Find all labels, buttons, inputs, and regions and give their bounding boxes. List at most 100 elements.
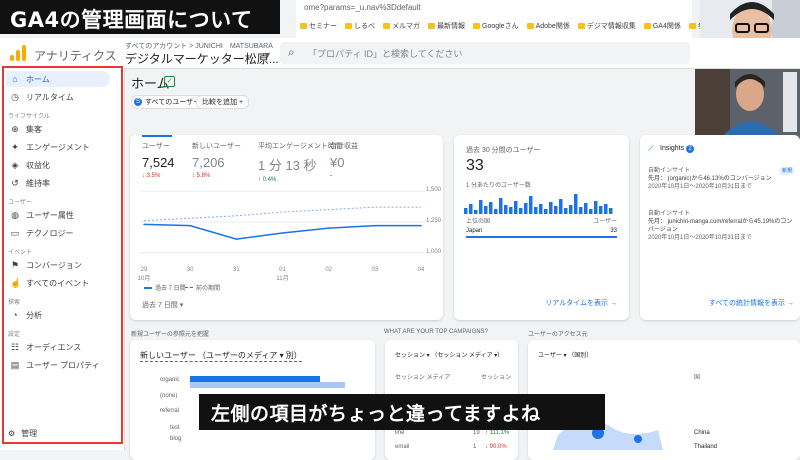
selected-metric-indicator xyxy=(142,135,172,137)
folder-icon xyxy=(300,23,307,29)
metric-value: 7,524 xyxy=(142,155,175,170)
realtime-bar xyxy=(539,204,543,214)
realtime-bar xyxy=(474,210,478,214)
bookmarks-bar: セミナー しるべ メルマガ 最新情報 Googleさん Adobe関係 デジマ情報収集 GA4… xyxy=(300,18,748,34)
metric-change: - xyxy=(330,173,332,179)
analytics-logo-icon[interactable] xyxy=(10,45,26,61)
realtime-bar xyxy=(594,201,598,214)
url-text[interactable]: ome?params=_u.nav%3Ddefault xyxy=(304,3,421,12)
campaign-row-value: 19 xyxy=(473,430,480,436)
browser-url-bar: ome?params=_u.nav%3Ddefault セミナー しるべ メルマガ 最… xyxy=(296,0,748,38)
realtime-bar xyxy=(534,207,538,214)
folder-icon xyxy=(688,23,696,29)
chevron-down-icon[interactable]: ▼ xyxy=(263,50,272,60)
folder-icon xyxy=(526,23,534,29)
y-tick-label: 1,500 xyxy=(426,187,442,194)
view-realtime-link[interactable]: リアルタイムを表示 → xyxy=(545,298,617,308)
insight-text: 先月： (organic)から46.13%のコンバージョン xyxy=(648,176,772,182)
insights-title: Insights xyxy=(660,145,685,152)
folder-icon xyxy=(428,23,435,29)
insight-item[interactable]: 自動インサイト 先月： junichiri-manga.com/referral… xyxy=(648,210,796,242)
caption-title-box: GA4の管理画面について xyxy=(0,0,280,34)
bookmark-item[interactable]: セミナー xyxy=(300,21,337,31)
date-range-selector[interactable]: 過去 7 日間 ▾ xyxy=(142,300,183,310)
realtime-bar xyxy=(509,207,513,214)
search-input[interactable]: 「プロパティ ID」と検索してください xyxy=(308,47,462,60)
metric-tab[interactable]: 新しいユーザー 7,206 ↓ 5.8% xyxy=(192,141,241,179)
realtime-title: 過去 30 分間のユーザー xyxy=(466,147,541,154)
x-tick-label: 03 xyxy=(371,267,379,273)
metric-tab[interactable]: ユーザー 7,524 ↓ 3.5% xyxy=(142,141,175,179)
check-icon: ✓ xyxy=(164,76,175,87)
data-point xyxy=(143,223,145,226)
metric-label: 合計収益 xyxy=(330,143,358,150)
metric-value: ¥0 xyxy=(330,155,345,170)
source-label: referral xyxy=(160,408,180,414)
dimension-selector[interactable]: 新しいユーザー （ユーザーのメディア ▾ 別） xyxy=(140,350,302,362)
bookmark-item[interactable]: Googleさん xyxy=(473,21,519,31)
realtime-bar xyxy=(479,200,483,214)
legend-current-label: 過去 7 日間 xyxy=(155,286,186,292)
bookmark-item[interactable]: メルマガ xyxy=(383,21,420,31)
new-tag: 新規 xyxy=(779,167,794,175)
realtime-value: 33 xyxy=(466,157,484,174)
bookmark-item[interactable]: デジマ情報収集 xyxy=(577,21,636,31)
caption-title: GA4の管理画面について xyxy=(10,8,253,32)
insight-head: 自動インサイト xyxy=(648,211,691,217)
metric-tab[interactable]: 合計収益 ¥0 - xyxy=(330,141,358,179)
campaign-row-value: 1 xyxy=(473,444,477,450)
realtime-bar xyxy=(499,198,503,214)
bookmark-item[interactable]: GA4関係 xyxy=(643,21,681,31)
realtime-bar xyxy=(589,209,593,214)
sidebar-admin[interactable]: ⚙ 管理 xyxy=(8,428,37,439)
location-selector[interactable]: ユーザー ▾ （国別） xyxy=(538,350,592,359)
source-label: blog xyxy=(170,436,182,442)
realtime-country-bar xyxy=(466,236,617,238)
insight-date: 2020年10月1日〜2020年10月31日まで xyxy=(648,184,753,190)
y-tick-label: 1,000 xyxy=(426,248,442,255)
source-label: organic xyxy=(160,377,180,383)
bookmark-item[interactable]: Adobe関係 xyxy=(526,21,570,31)
bookmark-label: メルマガ xyxy=(392,23,420,30)
realtime-card: 過去 30 分間のユーザー 33 1 分あたりのユーザー数 上位の国 ユーザー … xyxy=(454,135,629,320)
all-users-label: すべてのユーザー xyxy=(145,99,201,106)
realtime-bar xyxy=(514,201,518,214)
realtime-col-users: ユーザー xyxy=(593,219,617,225)
bookmark-item[interactable]: しるべ xyxy=(345,21,375,31)
data-point xyxy=(235,238,238,240)
metric-change: ↓ 5.8% xyxy=(192,173,211,179)
realtime-bar xyxy=(484,206,488,214)
section-heading-location: ユーザーのアクセス元 xyxy=(528,332,588,338)
y-tick-label: 1,250 xyxy=(426,217,442,224)
add-comparison-button[interactable]: 比較を追加 + xyxy=(196,95,250,109)
source-bar-previous xyxy=(190,382,345,388)
admin-label: 管理 xyxy=(21,429,38,438)
insight-item[interactable]: 自動インサイト 新規 先月： (organic)から46.13%のコンバージョン… xyxy=(648,167,796,191)
insight-head: 自動インサイト xyxy=(648,168,691,174)
series-line-0 xyxy=(143,223,421,240)
realtime-bar xyxy=(489,202,493,214)
insights-badge: 2 xyxy=(686,145,694,153)
realtime-bar xyxy=(564,208,568,214)
plus-icon: + xyxy=(239,98,244,106)
folder-icon xyxy=(383,23,390,29)
metric-label: 新しいユーザー xyxy=(192,143,241,150)
legend-previous-label: 前の期間 xyxy=(196,286,221,292)
realtime-bar xyxy=(569,205,573,214)
property-selector[interactable]: デジタルマーケッター松原... xyxy=(125,50,279,67)
realtime-bar xyxy=(504,205,508,214)
campaign-row-change: ↑ 111.1% xyxy=(485,430,510,436)
search-box[interactable]: ⌕ 「プロパティ ID」と検索してください xyxy=(280,42,690,64)
x-tick-label: 02 xyxy=(325,267,332,273)
bookmark-label: Adobe関係 xyxy=(535,23,570,30)
all-users-chip[interactable]: S すべてのユーザー xyxy=(131,95,207,109)
view-all-insights-link[interactable]: すべての統計情報を表示 → xyxy=(709,298,794,308)
x-tick-label: 30 xyxy=(186,267,194,273)
campaign-selector[interactable]: セッション ▾ （セッション メディア ▾） xyxy=(395,350,503,359)
bookmark-label: デジマ情報収集 xyxy=(586,23,636,30)
line-chart xyxy=(140,190,425,254)
source-label: (none) xyxy=(160,393,178,399)
bookmark-item[interactable]: 最新情報 xyxy=(428,21,465,31)
caption-subtitle-box: 左側の項目がちょっと違ってますよね xyxy=(199,394,605,430)
col-header: セッション メディア xyxy=(395,375,451,381)
